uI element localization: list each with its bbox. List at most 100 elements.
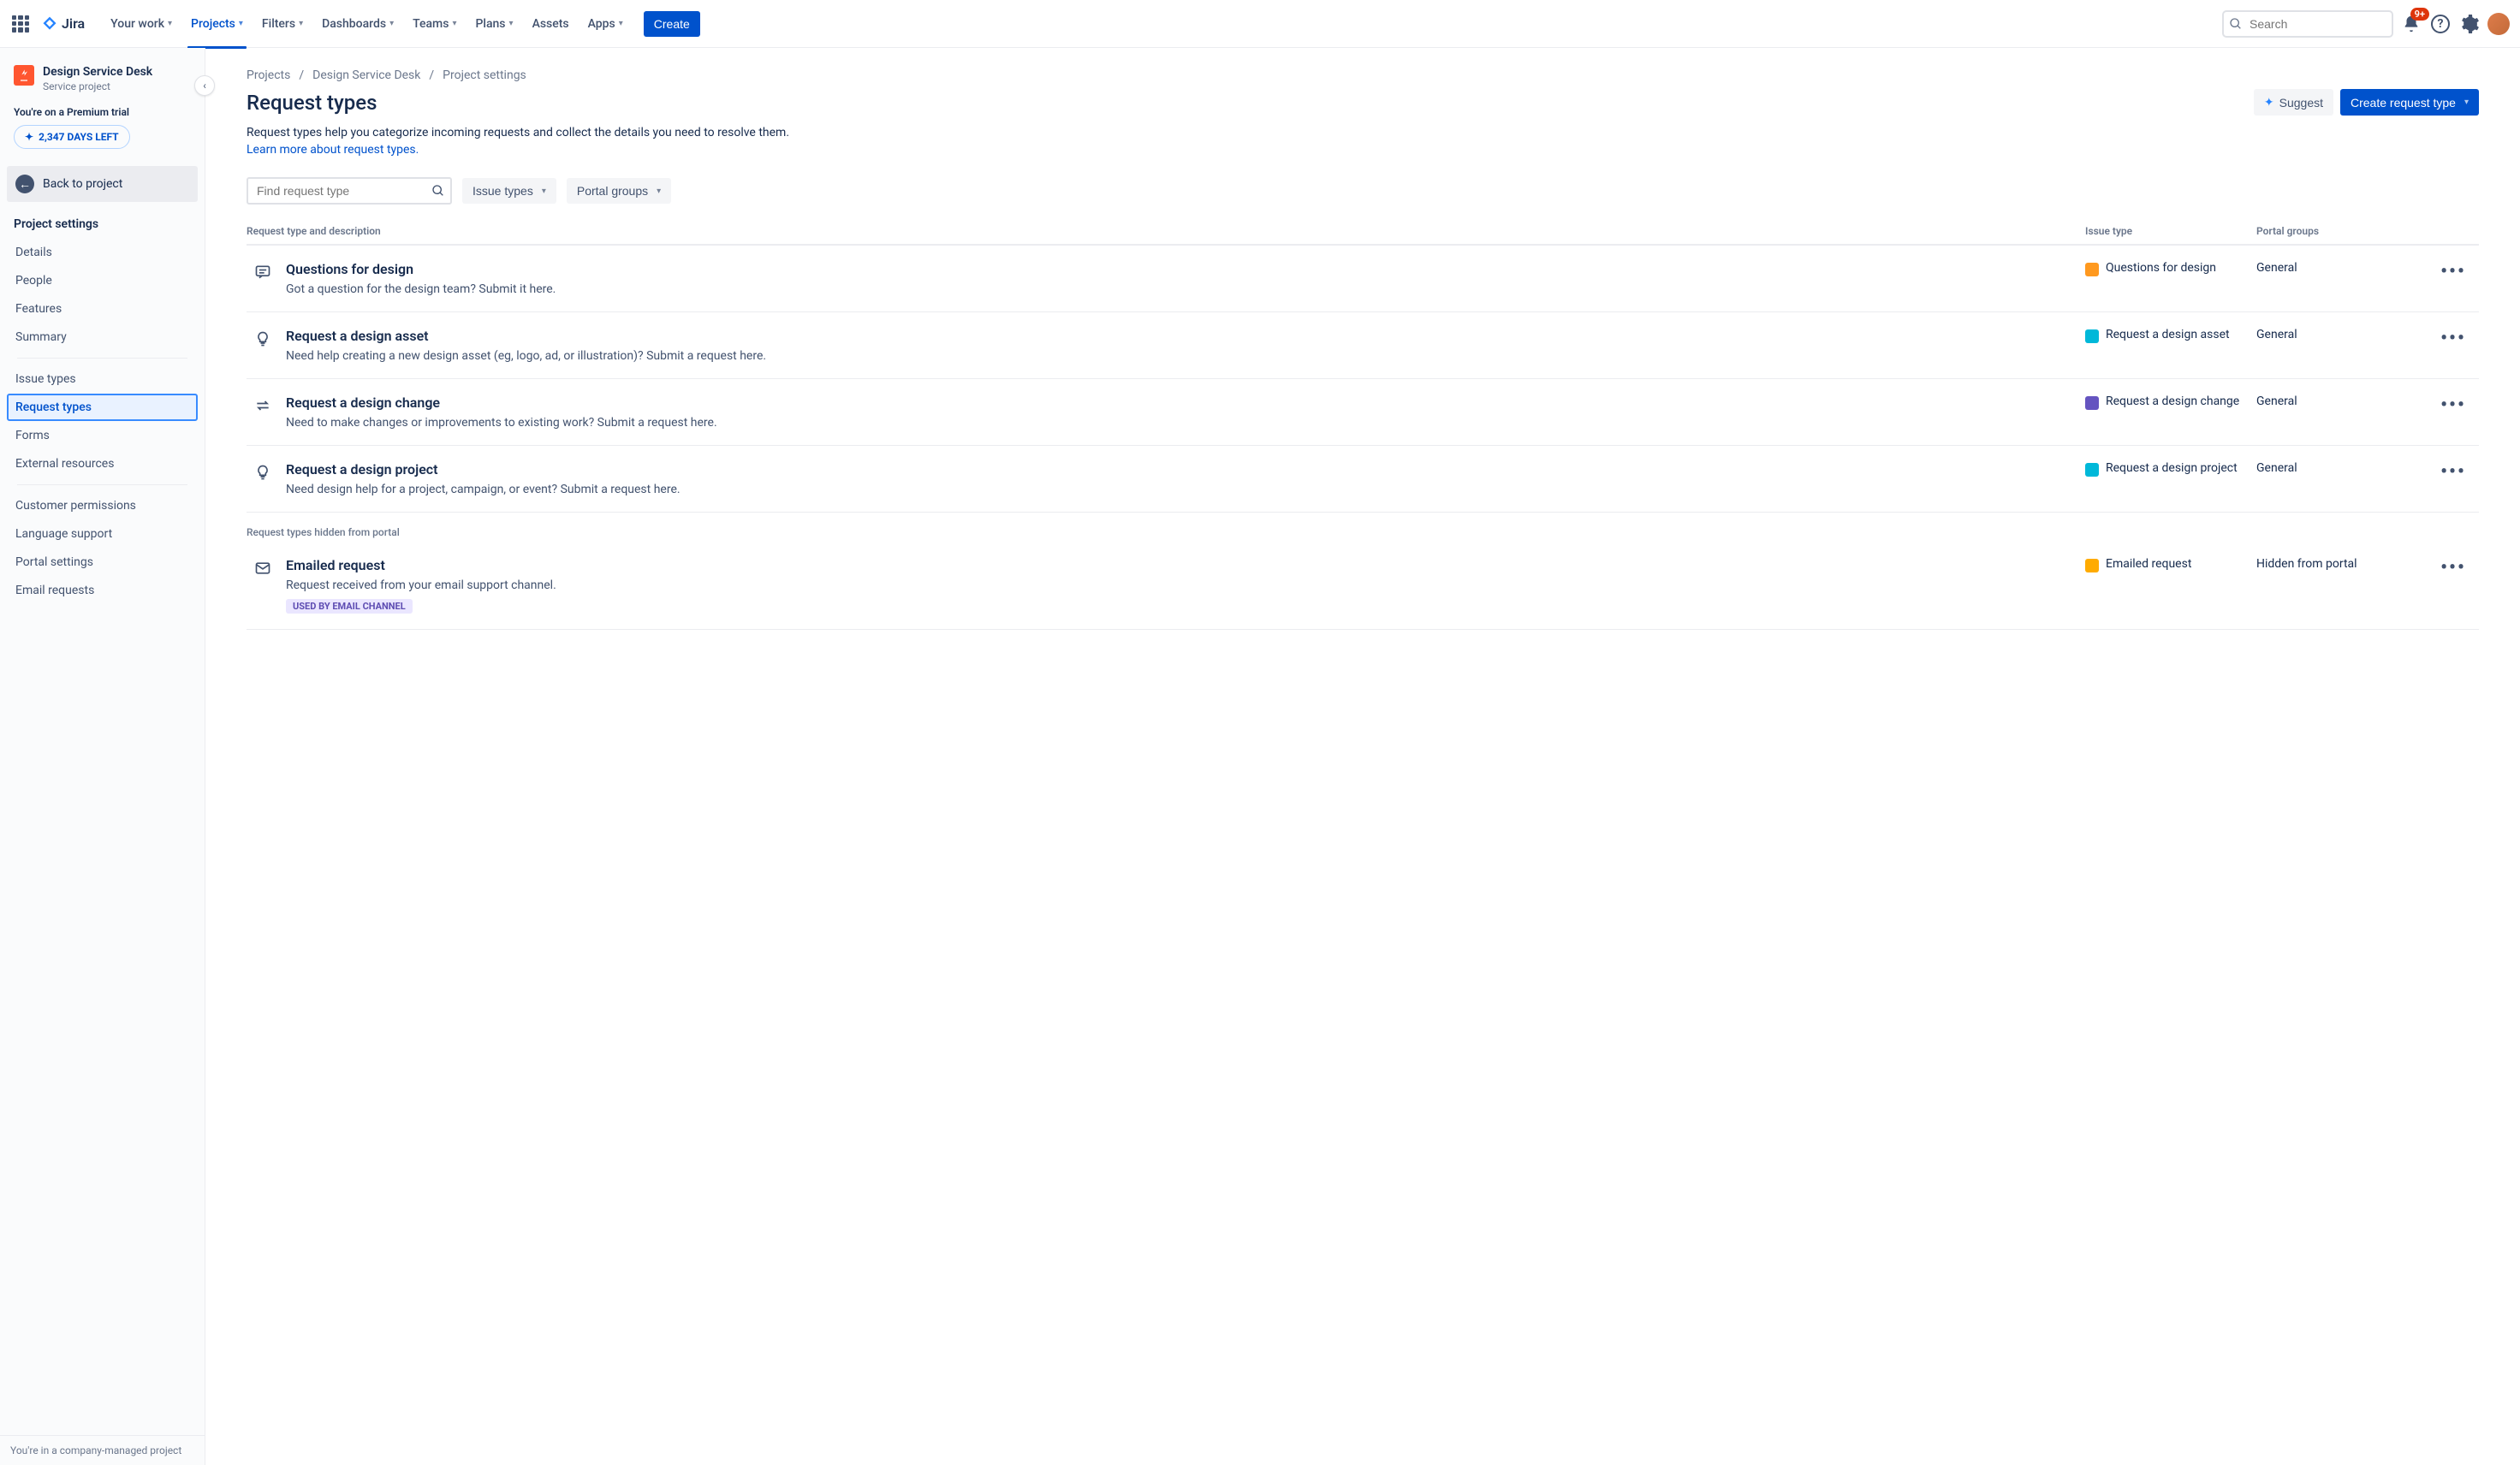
chevron-down-icon: ▾ xyxy=(619,19,623,28)
create-request-type-button[interactable]: Create request type ▾ xyxy=(2340,89,2479,116)
bulb-icon xyxy=(253,463,272,482)
sidebar-item-people[interactable]: People xyxy=(7,267,198,294)
project-name: Design Service Desk xyxy=(43,65,152,79)
topbar: Jira Your work▾Projects▾Filters▾Dashboar… xyxy=(0,0,2520,48)
mail-icon xyxy=(253,559,272,578)
back-arrow-icon: ← xyxy=(15,175,34,193)
sidebar-item-email-requests[interactable]: Email requests xyxy=(7,577,198,604)
request-type-row: Request a design asset Need help creating… xyxy=(247,312,2479,379)
sidebar-item-forms[interactable]: Forms xyxy=(7,422,198,449)
collapse-sidebar-button[interactable]: ‹ xyxy=(194,75,215,96)
sidebar-item-request-types[interactable]: Request types xyxy=(7,394,198,421)
rt-name[interactable]: Request a design change xyxy=(286,394,717,411)
issue-type-icon xyxy=(2085,263,2099,276)
nav-item-dashboards[interactable]: Dashboards▾ xyxy=(313,10,402,38)
rt-description: Request received from your email support… xyxy=(286,578,556,592)
app-switcher-icon[interactable] xyxy=(10,14,31,34)
chevron-down-icon: ▾ xyxy=(299,19,303,28)
notifications-button[interactable]: 9+ xyxy=(2400,13,2422,35)
nav-item-plans[interactable]: Plans▾ xyxy=(467,10,521,38)
filter-portal-label: Portal groups xyxy=(577,184,648,198)
rt-name[interactable]: Questions for design xyxy=(286,261,556,277)
sidebar-item-issue-types[interactable]: Issue types xyxy=(7,365,198,393)
create-rt-label: Create request type xyxy=(2351,96,2456,110)
sidebar-item-details[interactable]: Details xyxy=(7,239,198,266)
portal-group-cell: General xyxy=(2256,328,2428,341)
page-title: Request types xyxy=(247,91,377,115)
trial-days-pill[interactable]: ✦ 2,347 DAYS LEFT xyxy=(14,125,130,149)
col-issue: Issue type xyxy=(2085,225,2256,237)
jira-icon xyxy=(41,15,58,33)
nav-item-your-work[interactable]: Your work▾ xyxy=(102,10,181,38)
used-by-email-badge: USED BY EMAIL CHANNEL xyxy=(286,599,413,614)
project-icon xyxy=(14,65,34,86)
rt-name[interactable]: Emailed request xyxy=(286,557,556,573)
rt-description: Got a question for the design team? Subm… xyxy=(286,282,556,296)
back-label: Back to project xyxy=(43,177,122,191)
breadcrumb-item[interactable]: Projects xyxy=(247,68,290,82)
search-input[interactable] xyxy=(2222,10,2393,38)
rt-name-cell: Request a design changeNeed to make chan… xyxy=(247,394,2085,430)
sidebar-item-features[interactable]: Features xyxy=(7,295,198,323)
nav-item-label: Apps xyxy=(588,17,615,31)
nav-item-filters[interactable]: Filters ▾ xyxy=(253,10,312,38)
portal-group-cell: General xyxy=(2256,461,2428,475)
sidebar-item-portal-settings[interactable]: Portal settings xyxy=(7,549,198,576)
issue-type-cell: Emailed request xyxy=(2085,557,2256,572)
more-actions-button[interactable]: ••• xyxy=(2428,394,2479,416)
help-button[interactable]: ? xyxy=(2429,13,2452,35)
more-actions-button[interactable]: ••• xyxy=(2428,261,2479,282)
project-subtitle: Service project xyxy=(43,80,152,92)
rt-name[interactable]: Request a design project xyxy=(286,461,681,477)
rt-description: Need design help for a project, campaign… xyxy=(286,483,681,496)
request-types-list: Questions for design Got a question for t… xyxy=(247,246,2479,513)
sidebar-item-customer-permissions[interactable]: Customer permissions xyxy=(7,492,198,519)
more-actions-button[interactable]: ••• xyxy=(2428,557,2479,578)
sidebar-divider xyxy=(17,484,187,485)
rt-name[interactable]: Request a design asset xyxy=(286,328,766,344)
nav-item-teams[interactable]: Teams▾ xyxy=(404,10,465,38)
back-to-project[interactable]: ← Back to project xyxy=(7,166,198,202)
settings-button[interactable] xyxy=(2458,13,2481,35)
issue-type-cell: Request a design change xyxy=(2085,394,2256,410)
portal-groups-filter[interactable]: Portal groups ▾ xyxy=(567,178,671,204)
nav-item-assets[interactable]: Assets xyxy=(524,10,578,38)
more-actions-button[interactable]: ••• xyxy=(2428,461,2479,483)
sidebar-footer: You're in a company-managed project xyxy=(0,1435,205,1465)
nav-item-label: Plans xyxy=(475,17,505,31)
global-search xyxy=(2222,10,2393,38)
sidebar-item-language-support[interactable]: Language support xyxy=(7,520,198,548)
sidebar-item-summary[interactable]: Summary xyxy=(7,323,198,351)
breadcrumb-item[interactable]: Project settings xyxy=(443,68,526,82)
sidebar-nav: DetailsPeopleFeaturesSummary Issue typesR… xyxy=(0,238,205,605)
sidebar-item-external-resources[interactable]: External resources xyxy=(7,450,198,477)
request-type-row: Emailed request Request received from you… xyxy=(247,542,2479,630)
nav-item-label: Filters xyxy=(262,17,295,31)
more-actions-button[interactable]: ••• xyxy=(2428,328,2479,349)
find-request-type-input[interactable] xyxy=(247,177,452,205)
rt-description: Need help creating a new design asset (e… xyxy=(286,349,766,363)
nav-item-label: Dashboards xyxy=(322,17,386,31)
hidden-request-types-list: Emailed request Request received from you… xyxy=(247,542,2479,630)
project-header: Design Service Desk Service project xyxy=(0,48,205,99)
nav-item-projects[interactable]: Projects▾ xyxy=(182,10,252,38)
issue-type-icon xyxy=(2085,463,2099,477)
main-content: Projects/Design Service Desk/Project set… xyxy=(205,48,2520,1465)
learn-more-link[interactable]: Learn more about request types. xyxy=(247,143,419,157)
sidebar: ‹ Design Service Desk Service project Yo… xyxy=(0,48,205,1465)
nav-item-label: Your work xyxy=(110,17,164,31)
nav-item-apps[interactable]: Apps ▾ xyxy=(579,10,632,38)
find-wrap xyxy=(247,177,452,205)
breadcrumb: Projects/Design Service Desk/Project set… xyxy=(247,68,2479,82)
rt-name-cell: Emailed request Request received from you… xyxy=(247,557,2085,614)
trial-box: You're on a Premium trial ✦ 2,347 DAYS L… xyxy=(0,99,205,163)
suggest-button[interactable]: ✦ Suggest xyxy=(2254,89,2333,116)
create-button[interactable]: Create xyxy=(644,11,700,37)
issue-types-filter[interactable]: Issue types ▾ xyxy=(462,178,556,204)
jira-logo[interactable]: Jira xyxy=(41,15,85,33)
hidden-section-heading: Request types hidden from portal xyxy=(247,513,2479,542)
breadcrumb-item[interactable]: Design Service Desk xyxy=(312,68,420,82)
notification-badge: 9+ xyxy=(2410,8,2429,21)
breadcrumb-separator: / xyxy=(429,68,434,82)
user-avatar[interactable] xyxy=(2487,13,2510,35)
